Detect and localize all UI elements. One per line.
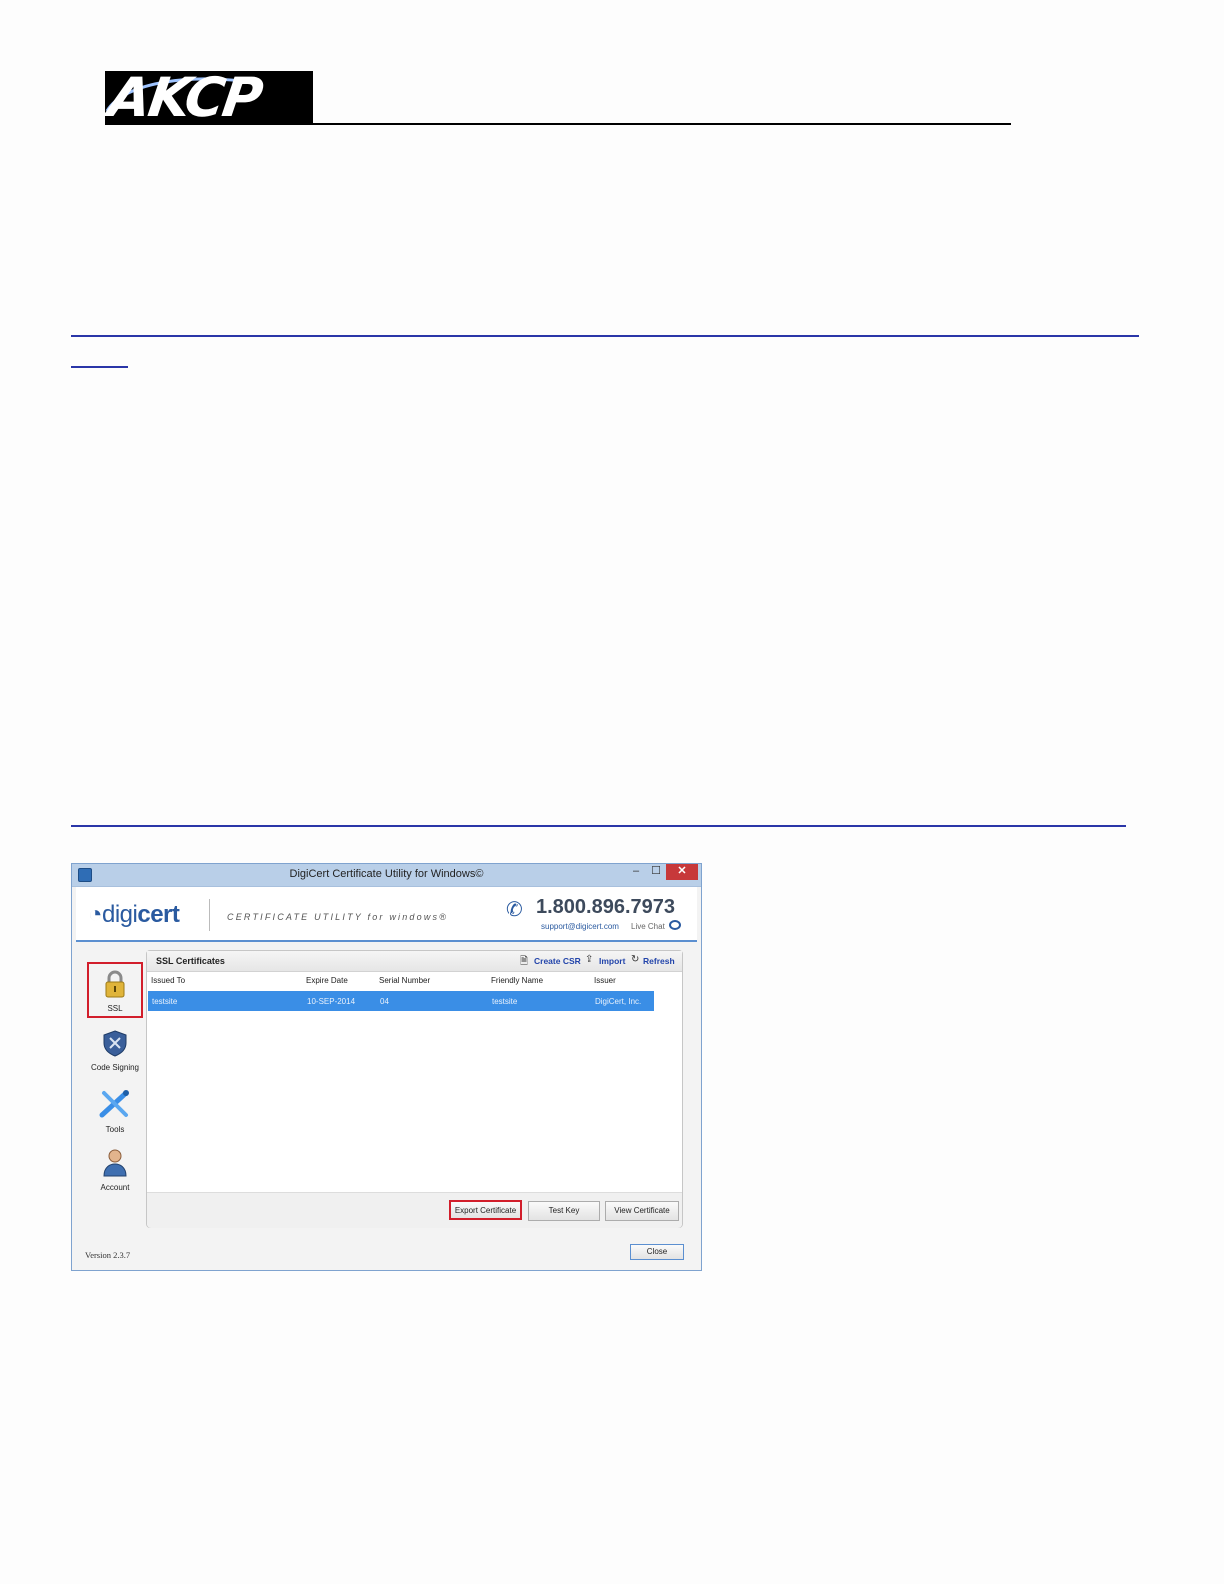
support-email-link[interactable]: support@digicert.com	[541, 922, 619, 931]
sidebar-item-ssl[interactable]: SSL	[87, 962, 143, 1018]
digicert-window: DigiCert Certificate Utility for Windows…	[71, 863, 702, 1271]
digicert-banner: ◔digicert CERTIFICATE UTILITY for window…	[76, 887, 697, 942]
create-csr-link[interactable]: Create CSR	[534, 956, 581, 966]
chat-bubble-icon[interactable]	[669, 920, 681, 930]
table-row[interactable]: testsite 10-SEP-2014 04 testsite DigiCer…	[148, 991, 654, 1011]
user-icon	[103, 1149, 127, 1177]
column-header[interactable]: Issuer	[594, 976, 616, 985]
window-title: DigiCert Certificate Utility for Windows…	[289, 868, 484, 880]
live-chat-link[interactable]: Live Chat	[631, 922, 665, 931]
sidebar-item-tools[interactable]: Tools	[84, 1089, 146, 1134]
logo-text: AKCP	[105, 71, 265, 125]
refresh-link[interactable]: Refresh	[643, 956, 675, 966]
sidebar-item-label: Code Signing	[90, 1063, 140, 1072]
minimize-button[interactable]: –	[628, 864, 644, 880]
cell-issuer: DigiCert, Inc.	[595, 997, 642, 1006]
column-header[interactable]: Friendly Name	[491, 976, 543, 985]
maximize-button[interactable]: ☐	[648, 864, 664, 880]
sidebar-item-label: Tools	[105, 1125, 125, 1134]
link-underline[interactable]	[71, 825, 1126, 827]
banner-divider	[209, 899, 210, 931]
logo-light: digi	[102, 901, 138, 928]
version-label: Version 2.3.7	[85, 1250, 131, 1260]
sidebar-item-label: SSL	[107, 1004, 123, 1013]
test-key-button[interactable]: Test Key	[528, 1201, 600, 1221]
digicert-swirl-icon: ◔	[88, 901, 103, 928]
panel-footer: Export Certificate Test Key View Certifi…	[147, 1192, 682, 1228]
export-certificate-button[interactable]: Export Certificate	[449, 1200, 522, 1220]
header-rule	[105, 123, 1011, 125]
create-csr-icon[interactable]: 🗎	[520, 954, 528, 971]
column-header[interactable]: Expire Date	[306, 976, 348, 985]
sidebar-item-code-signing[interactable]: Code Signing	[84, 1029, 146, 1072]
import-icon[interactable]: ⇪	[585, 954, 593, 965]
column-header[interactable]: Serial Number	[379, 976, 430, 985]
window-titlebar[interactable]: DigiCert Certificate Utility for Windows…	[72, 864, 701, 887]
cell-issued-to: testsite	[152, 997, 178, 1006]
close-window-button[interactable]: ✕	[666, 864, 698, 880]
banner-tagline: CERTIFICATE UTILITY for windows®	[227, 912, 449, 922]
column-header[interactable]: Issued To	[151, 976, 185, 985]
panel-title: SSL Certificates	[156, 956, 225, 966]
padlock-icon	[105, 970, 125, 998]
tools-icon	[99, 1090, 129, 1118]
ssl-certificates-panel: SSL Certificates 🗎 Create CSR ⇪ Import ↻…	[146, 950, 683, 1228]
cell-expire-date: 10-SEP-2014	[307, 997, 356, 1006]
import-link[interactable]: Import	[599, 956, 625, 966]
cell-serial-number: 04	[380, 997, 389, 1006]
phone-number: 1.800.896.7973	[536, 896, 676, 918]
table-header: Issued To Expire Date Serial Number Frie…	[147, 973, 682, 989]
link-underline[interactable]	[71, 366, 128, 368]
digicert-logo: ◔digicert	[88, 901, 180, 929]
link-underline[interactable]	[71, 335, 1139, 337]
panel-header: SSL Certificates 🗎 Create CSR ⇪ Import ↻…	[147, 951, 682, 972]
close-button[interactable]: Close	[630, 1244, 684, 1260]
phone-icon: ✆	[506, 899, 523, 921]
sidebar-item-account[interactable]: Account	[84, 1147, 146, 1192]
akcp-logo: AKCP	[105, 71, 313, 125]
refresh-icon[interactable]: ↻	[631, 954, 639, 965]
sidebar-item-label: Account	[100, 1183, 130, 1192]
cell-friendly-name: testsite	[492, 997, 518, 1006]
logo-bold: cert	[137, 901, 180, 928]
view-certificate-button[interactable]: View Certificate	[605, 1201, 679, 1221]
shield-icon	[103, 1030, 127, 1057]
